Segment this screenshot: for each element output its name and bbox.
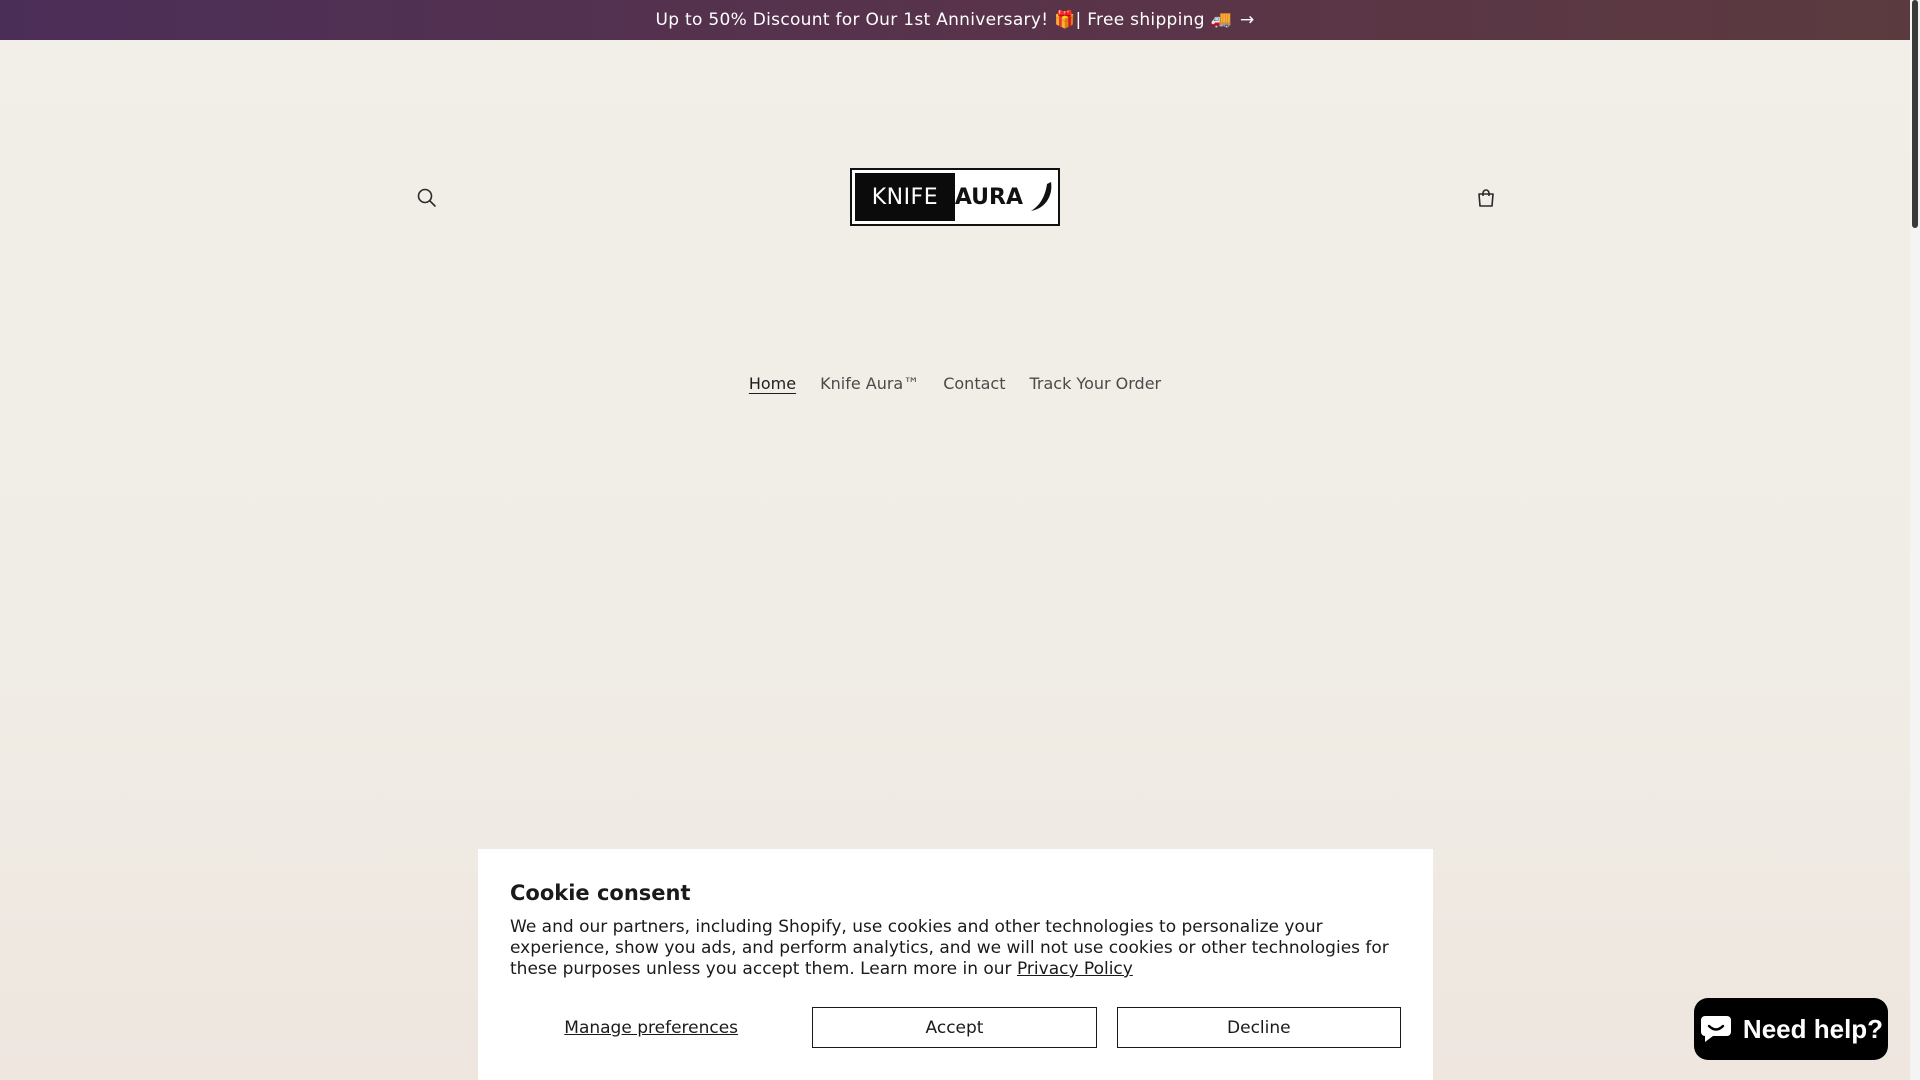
nav-item-contact[interactable]: Contact — [943, 372, 1005, 395]
nav-item-knife-aura[interactable]: Knife Aura™ — [820, 372, 919, 395]
decline-button[interactable]: Decline — [1116, 1007, 1401, 1048]
manage-preferences-button[interactable]: Manage preferences — [510, 1007, 793, 1048]
cart-button[interactable] — [1466, 178, 1506, 218]
search-icon — [417, 188, 436, 207]
accept-button[interactable]: Accept — [812, 1007, 1097, 1048]
logo-right-text: AURA — [954, 184, 1023, 210]
logo-left-text: KNIFE — [871, 184, 939, 210]
scrollbar-thumb[interactable] — [1912, 0, 1918, 228]
chat-bubble-icon — [1700, 1016, 1731, 1042]
privacy-policy-link[interactable]: Privacy Policy — [1017, 959, 1133, 979]
cookie-title: Cookie consent — [510, 881, 691, 905]
chat-widget-button[interactable]: Need help? — [1694, 998, 1888, 1060]
logo-left-block: KNIFE — [855, 173, 955, 221]
nav-item-track-order[interactable]: Track Your Order — [1029, 372, 1161, 395]
cookie-consent-banner: Cookie consent We and our partners, incl… — [478, 849, 1433, 1080]
arrow-right-icon: → — [1239, 10, 1255, 30]
scrollbar[interactable] — [1910, 0, 1920, 1080]
nav-item-home[interactable]: Home — [749, 372, 796, 395]
announcement-text: Up to 50% Discount for Our 1st Anniversa… — [655, 10, 1232, 30]
cookie-actions: Manage preferences Accept Decline — [510, 1007, 1401, 1048]
blade-icon — [1031, 182, 1052, 211]
main-navigation: Home Knife Aura™ Contact Track Your Orde… — [0, 372, 1910, 395]
cookie-body-text: We and our partners, including Shopify, … — [510, 917, 1389, 979]
search-button[interactable] — [407, 178, 447, 218]
chat-label: Need help? — [1742, 1013, 1884, 1044]
store-logo[interactable]: KNIFE AURA — [850, 168, 1060, 226]
logo-right-block: AURA — [955, 180, 1055, 214]
cookie-body: We and our partners, including Shopify, … — [510, 917, 1400, 980]
announcement-bar[interactable]: Up to 50% Discount for Our 1st Anniversa… — [0, 0, 1910, 40]
cart-icon — [1478, 189, 1494, 207]
